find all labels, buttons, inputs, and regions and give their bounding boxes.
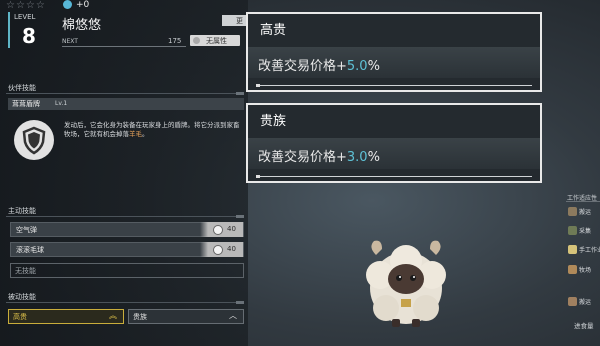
skill-cooldown: 40 [200, 242, 243, 257]
partner-skill-description: 发动后，它会化身为装备在玩家身上的盾牌。将它分派到家畜牧场，它就有机会掉落羊毛。 [64, 121, 240, 138]
tooltip-body: 改善交易价格+5.0% [248, 47, 540, 78]
tooltip-effect: 改善交易价格+5.0% [258, 59, 380, 74]
tooltip-bar [256, 84, 532, 87]
tooltip-title: 贵族 [260, 114, 287, 129]
wool-highlight: 羊毛 [129, 130, 142, 138]
tooltip-effect: 改善交易价格+3.0% [258, 150, 380, 165]
transport-icon [568, 297, 577, 306]
element-label: 无属性 [206, 37, 227, 45]
section-divider [6, 92, 244, 95]
neutral-element-icon [193, 37, 200, 44]
cooldown-icon [213, 245, 223, 255]
pal-name: 棉悠悠 [62, 18, 102, 33]
passive-tooltip: 贵族 改善交易价格+3.0% [246, 103, 542, 183]
passive-skill-slot[interactable]: 贵族 ︿ [128, 309, 244, 324]
passive-skill-slot[interactable]: 高贵 ︽ [8, 309, 124, 324]
section-divider [566, 201, 600, 202]
cooldown-value: 40 [227, 245, 236, 253]
rank-stars: ☆☆☆☆ [6, 0, 46, 11]
work-item: 搬运 [568, 205, 600, 218]
empty-skill-slot[interactable]: 无技能 [10, 263, 244, 278]
left-info-panel [0, 0, 248, 346]
active-skill-row[interactable]: 空气弹 40 [10, 222, 244, 237]
gem-icon [63, 0, 72, 9]
work-item: 手工作业 [568, 243, 600, 256]
partner-skill-row [8, 98, 244, 110]
element-badge: 无属性 [190, 35, 240, 46]
active-skill-name: 空气弹 [16, 226, 37, 234]
passive-tooltip: 高贵 改善交易价格+5.0% [246, 12, 542, 92]
empty-skill-label: 无技能 [15, 267, 36, 275]
active-skill-name: 滚滚毛球 [16, 246, 44, 254]
handiwork-icon [568, 245, 577, 254]
rank-up-icon: ︿ [229, 311, 237, 320]
gem-bonus: +0 [76, 0, 90, 10]
section-divider [6, 301, 244, 304]
work-item: 搬运 [568, 295, 600, 308]
passive-skill-name: 贵族 [133, 313, 147, 321]
tooltip-body: 改善交易价格+3.0% [248, 138, 540, 169]
passive-skill-name: 高贵 [13, 313, 27, 321]
rank-up-triple-icon: ︽ [109, 311, 117, 320]
section-divider [6, 215, 244, 218]
passive-skills-title: 被动技能 [8, 293, 36, 301]
exp-bar [62, 46, 186, 47]
cooldown-icon [213, 225, 223, 235]
active-skill-row[interactable]: 滚滚毛球 40 [10, 242, 244, 257]
active-skills-title: 主动技能 [8, 207, 36, 215]
cooldown-value: 40 [227, 225, 236, 233]
shield-icon [14, 120, 54, 160]
work-item: 牧场 [568, 263, 600, 276]
next-exp-value: 175 [168, 37, 182, 45]
food-amount-label: 进食量 [574, 322, 594, 330]
work-item: 采集 [568, 224, 600, 237]
gathering-icon [568, 226, 577, 235]
next-label: NEXT [62, 38, 78, 45]
top-tab-label: 更 [236, 17, 243, 25]
tooltip-title: 高贵 [260, 23, 287, 38]
farming-icon [568, 265, 577, 274]
partner-skill-name: 茸茸盾牌 [12, 100, 40, 108]
transport-icon [568, 207, 577, 216]
skill-cooldown: 40 [200, 222, 243, 237]
pal-model-lamball [356, 233, 456, 333]
level-label: LEVEL [14, 13, 36, 21]
partner-skill-title: 伙伴技能 [8, 84, 36, 92]
level-number: 8 [22, 24, 36, 48]
tooltip-bar [256, 175, 532, 178]
top-tab[interactable]: 更 [222, 15, 246, 26]
partner-skill-level: Lv.1 [55, 100, 68, 107]
